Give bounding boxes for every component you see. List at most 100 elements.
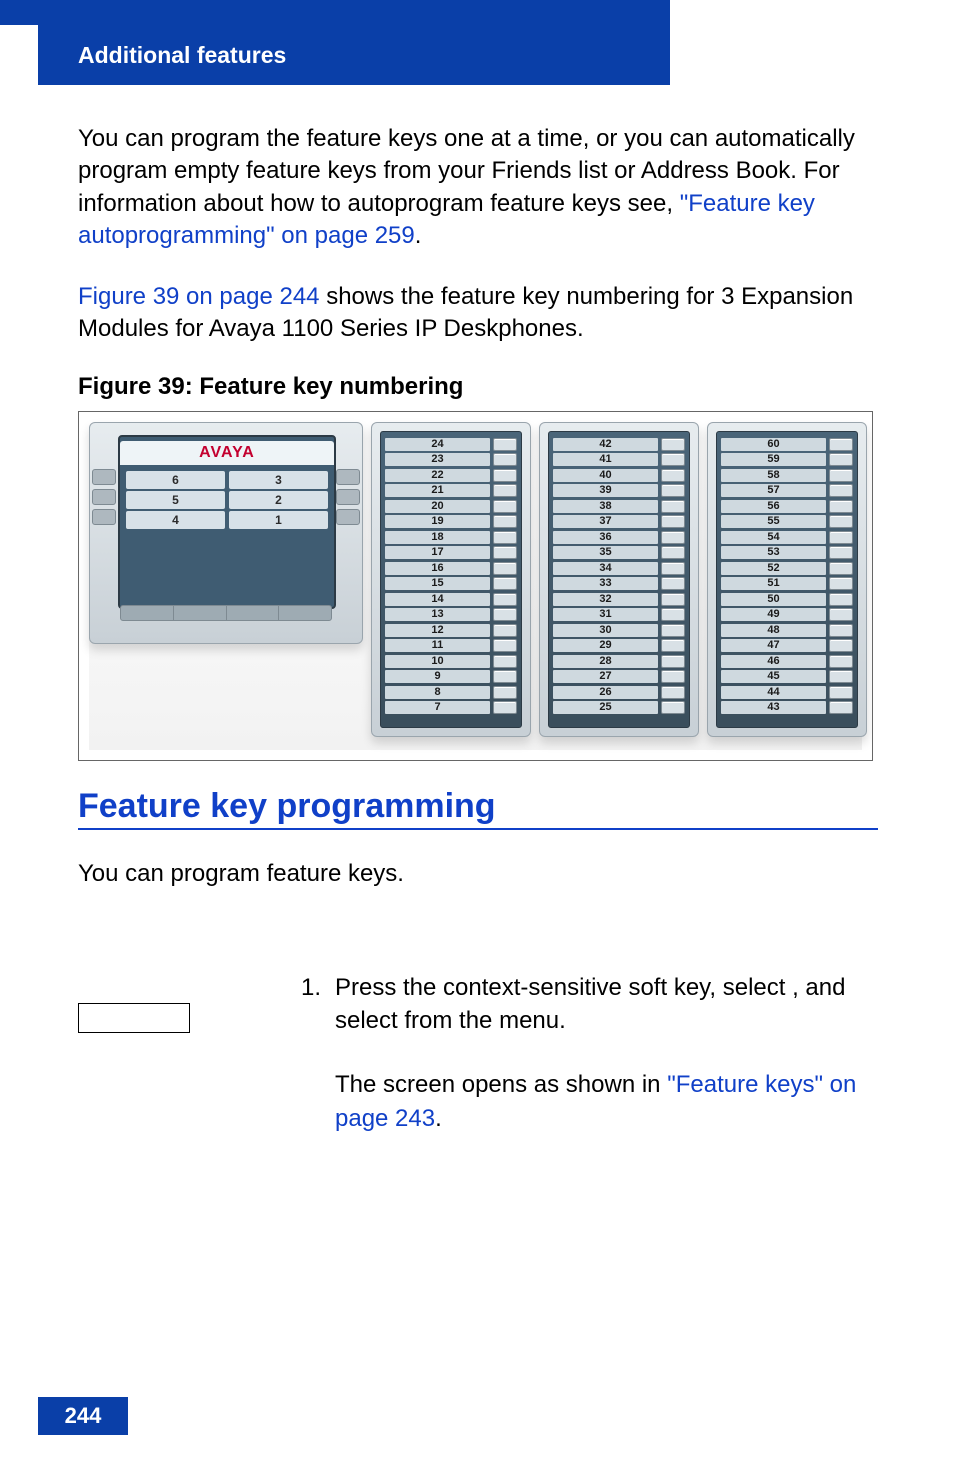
module-key-label: 50 xyxy=(721,593,826,606)
phone-softkey-bar xyxy=(120,605,332,621)
section-heading: Feature key programming xyxy=(78,787,878,826)
step-text: screen opens as shown in xyxy=(383,1071,667,1098)
module-key-button xyxy=(829,500,853,513)
module-key-button xyxy=(493,562,517,575)
module-key-label: 22 xyxy=(385,469,490,482)
module-key-button xyxy=(829,515,853,528)
module-key-row: 8 xyxy=(381,684,521,700)
module-key-row: 10 xyxy=(381,653,521,669)
expansion-module-1: 242322212019181716151413121110987 xyxy=(371,422,531,737)
module-key-button xyxy=(661,593,685,606)
phone-key-label: 1 xyxy=(229,511,328,529)
module-key-button xyxy=(829,546,853,559)
module-key-row: 11 xyxy=(381,638,521,654)
expansion-module-3: 605958575655545352515049484746454443 xyxy=(707,422,867,737)
module-key-label: 12 xyxy=(385,624,490,637)
module-key-row: 42 xyxy=(549,436,689,452)
module-key-label: 26 xyxy=(553,686,658,699)
module-key-label: 32 xyxy=(553,593,658,606)
page-number: 244 xyxy=(65,1403,102,1429)
module-key-button xyxy=(493,686,517,699)
module-key-label: 43 xyxy=(721,701,826,714)
module-key-button xyxy=(661,562,685,575)
module-key-button xyxy=(661,639,685,652)
section-rule xyxy=(78,828,878,830)
module-key-button xyxy=(661,453,685,466)
module-key-button xyxy=(493,608,517,621)
module-key-button xyxy=(829,484,853,497)
phone-key-label: 4 xyxy=(126,511,225,529)
module-key-label: 13 xyxy=(385,608,490,621)
module-key-label: 55 xyxy=(721,515,826,528)
module-key-button xyxy=(661,577,685,590)
deskphone: AVAYA 6 5 4 3 2 1 xyxy=(89,422,363,644)
module-key-row: 50 xyxy=(717,591,857,607)
module-key-row: 58 xyxy=(717,467,857,483)
module-key-button xyxy=(829,608,853,621)
phone-key-label: 2 xyxy=(229,491,328,509)
phone-left-col: 6 5 4 xyxy=(126,471,225,529)
module-key-button xyxy=(661,686,685,699)
module-key-button xyxy=(829,453,853,466)
module-key-label: 14 xyxy=(385,593,490,606)
module-key-button xyxy=(493,469,517,482)
module-key-button xyxy=(829,686,853,699)
module-key-row: 25 xyxy=(549,700,689,716)
module-key-label: 42 xyxy=(553,438,658,451)
phone-side-button xyxy=(92,489,116,505)
module-key-row: 37 xyxy=(549,514,689,530)
module-key-row: 47 xyxy=(717,638,857,654)
module-key-row: 30 xyxy=(549,622,689,638)
module-key-label: 37 xyxy=(553,515,658,528)
module-key-button xyxy=(493,515,517,528)
module-key-label: 49 xyxy=(721,608,826,621)
phone-key-labels: 6 5 4 3 2 1 xyxy=(126,471,328,529)
module-key-row: 14 xyxy=(381,591,521,607)
module-key-button xyxy=(829,562,853,575)
module-key-button xyxy=(829,531,853,544)
module-key-label: 56 xyxy=(721,500,826,513)
module-key-row: 16 xyxy=(381,560,521,576)
module-key-button xyxy=(661,484,685,497)
intro-paragraph-2: Figure 39 on page 244 shows the feature … xyxy=(78,281,878,346)
phone-side-button xyxy=(92,509,116,525)
module-key-button xyxy=(661,500,685,513)
module-key-label: 25 xyxy=(553,701,658,714)
module-key-label: 47 xyxy=(721,639,826,652)
module-key-label: 23 xyxy=(385,453,490,466)
module-key-button xyxy=(661,655,685,668)
module-key-row: 28 xyxy=(549,653,689,669)
module-key-row: 38 xyxy=(549,498,689,514)
module-key-label: 35 xyxy=(553,546,658,559)
module-key-label: 16 xyxy=(385,562,490,575)
module-key-button xyxy=(829,577,853,590)
module-key-label: 60 xyxy=(721,438,826,451)
module-key-button xyxy=(829,701,853,714)
phone-side-button xyxy=(92,469,116,485)
intro-paragraph-1: You can program the feature keys one at … xyxy=(78,123,878,253)
module-key-button xyxy=(661,531,685,544)
module-key-button xyxy=(661,438,685,451)
header-section-tab: Additional features xyxy=(38,25,670,85)
module-key-row: 52 xyxy=(717,560,857,576)
header-section-title: Additional features xyxy=(78,42,286,69)
p2-link[interactable]: Figure 39 on page 244 xyxy=(78,283,320,310)
section-intro: You can program feature keys. xyxy=(78,858,878,890)
module-key-label: 7 xyxy=(385,701,490,714)
module-key-row: 51 xyxy=(717,576,857,592)
module-key-row: 21 xyxy=(381,483,521,499)
phone-key-label: 3 xyxy=(229,471,328,489)
module-key-row: 27 xyxy=(549,669,689,685)
phone-side-button xyxy=(336,469,360,485)
module-key-label: 30 xyxy=(553,624,658,637)
step-text: Press the xyxy=(335,974,443,1001)
module-key-label: 41 xyxy=(553,453,658,466)
module-key-button xyxy=(829,670,853,683)
module-key-row: 19 xyxy=(381,514,521,530)
module-key-label: 59 xyxy=(721,453,826,466)
module-inner: 242322212019181716151413121110987 xyxy=(380,431,522,728)
module-key-row: 44 xyxy=(717,684,857,700)
module-key-button xyxy=(661,624,685,637)
module-key-row: 31 xyxy=(549,607,689,623)
module-key-row: 53 xyxy=(717,545,857,561)
